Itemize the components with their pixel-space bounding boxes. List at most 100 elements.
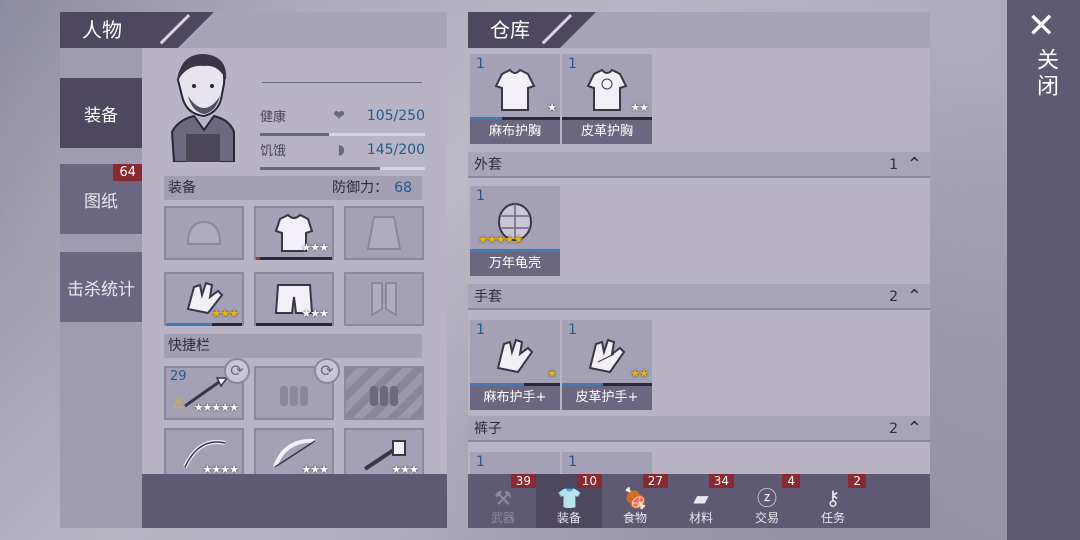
hands-durability-fill [166, 323, 212, 326]
category-header-pants[interactable]: 裤子 2 ⌃ [468, 416, 930, 442]
quick-slot-1[interactable]: 29 ⚠ ★★★★★ ⟳ [164, 358, 250, 420]
hands-durability-bar [166, 323, 242, 326]
health-label: 健康 [260, 110, 287, 125]
tab-badge: 10 [576, 474, 602, 488]
item-stars: ★★ [630, 101, 649, 114]
item-stars: ★★ [630, 367, 649, 380]
tab-weapons[interactable]: ⚒ 39 武器 [470, 474, 536, 528]
category-label: 裤子 [474, 421, 502, 437]
item-quantity: 1 [568, 454, 577, 470]
axe-icon: ⚒ [494, 486, 512, 510]
item-quantity: 1 [476, 454, 485, 470]
tab-equipment[interactable]: 装备 [60, 78, 142, 148]
leather-gloves-icon [588, 338, 626, 374]
tab-label: 任务 [820, 511, 845, 525]
hands-stars: ★★★ [211, 307, 239, 320]
linen-gloves-icon [496, 338, 534, 374]
character-main: 健康 ❤ 105/250 饥饿 ◗ 145/200 装备 防御力： 68 ★★★ [142, 48, 447, 482]
health-bar [260, 133, 425, 136]
warehouse-item[interactable]: 1 ★★★★★ 万年龟壳 [470, 186, 560, 276]
tab-label: 武器 [490, 511, 515, 525]
chest-stars: ★★★ [301, 241, 329, 254]
linen-chest-icon [494, 68, 536, 111]
coin-icon: ⓩ [757, 486, 777, 510]
equip-slot-coat[interactable] [344, 206, 424, 260]
equip-slot-legs[interactable]: ★★★ [254, 272, 334, 326]
tab-equipment-label: 装备 [84, 105, 118, 126]
hat-outline-icon [186, 220, 222, 245]
boots-outline-icon [371, 282, 397, 317]
refresh-icon[interactable]: ⟳ [224, 358, 250, 384]
character-panel: 人物 装备 图纸 64 击杀统计 健康 ❤ 105/250 饥饿 ◗ 145/2… [60, 12, 447, 528]
tab-kill-stats-label: 击杀统计 [67, 279, 135, 300]
legs-durability-fill [256, 323, 332, 326]
warehouse-item-list[interactable]: 1 ★ 麻布护胸 1 ★★ 皮革护胸 外套 1 ⌃ 1 ★★★★★ 万年龟壳 手… [468, 48, 930, 474]
warehouse-item[interactable]: 1 [562, 452, 652, 474]
category-header-gloves[interactable]: 手套 2 ⌃ [468, 284, 930, 310]
warehouse-item[interactable]: 1 ★★ 皮革护手+ [562, 320, 652, 410]
ammo-locked-icon [370, 386, 398, 406]
tab-materials[interactable]: ▰ 34 材料 [668, 474, 734, 528]
chest-durability-bar [256, 257, 332, 260]
warning-icon: ⚠ [172, 396, 185, 412]
tab-label: 食物 [622, 511, 647, 525]
stats-divider [262, 82, 422, 83]
close-x-icon[interactable]: ✕ [1027, 6, 1056, 46]
tab-quests[interactable]: ⚷ 2 任务 [800, 474, 866, 528]
tab-label: 装备 [556, 511, 581, 525]
category-header-outerwear[interactable]: 外套 1 ⌃ [468, 152, 930, 178]
tab-badge: 2 [848, 474, 866, 488]
equip-slot-head[interactable] [164, 206, 244, 260]
defense-label: 防御力： [332, 180, 389, 196]
category-label: 外套 [474, 157, 502, 173]
chevron-up-icon[interactable]: ⌃ [907, 152, 922, 178]
character-portrait [170, 54, 235, 162]
legs-durability-bar [256, 323, 332, 326]
leather-chest-icon [586, 68, 628, 111]
ammo-outline-icon [280, 386, 308, 406]
tab-kill-stats[interactable]: 击杀统计 [60, 252, 142, 322]
item-quantity: 1 [476, 188, 485, 204]
legs-stars: ★★★ [301, 307, 329, 320]
item-name: 皮革护胸 [562, 120, 652, 144]
meat-icon: 🍖 [623, 486, 648, 510]
tab-badge: 34 [708, 474, 734, 488]
refresh-icon[interactable]: ⟳ [314, 358, 340, 384]
hunger-bar [260, 167, 425, 170]
tab-trade[interactable]: ⓩ 4 交易 [734, 474, 800, 528]
item-name: 麻布护手+ [470, 386, 560, 410]
tab-blueprints-label: 图纸 [84, 191, 118, 212]
defense-value: 68 [394, 180, 412, 196]
character-title: 人物 [82, 18, 122, 42]
item-quantity: 1 [476, 322, 485, 338]
chevron-up-icon[interactable]: ⌃ [907, 416, 922, 442]
item-quantity: 1 [476, 56, 485, 72]
equipment-section-bar: 装备 防御力： 68 [164, 176, 422, 200]
item-name: 万年龟壳 [470, 252, 560, 276]
close-panel[interactable]: ✕ 关闭 [1007, 0, 1080, 540]
warehouse-item[interactable]: 1 ★ 麻布护手+ [470, 320, 560, 410]
warehouse-item[interactable]: 1 [470, 452, 560, 474]
equip-slot-hands[interactable]: ★★★ [164, 272, 244, 326]
equip-slot-feet[interactable] [344, 272, 424, 326]
quick-slot-1-count: 29 [170, 369, 187, 384]
warehouse-item[interactable]: 1 ★★ 皮革护胸 [562, 54, 652, 144]
quick-slot-2[interactable]: ⟳ [254, 358, 340, 420]
chevron-up-icon[interactable]: ⌃ [907, 284, 922, 310]
item-stars: ★ [547, 101, 557, 114]
warehouse-item[interactable]: 1 ★ 麻布护胸 [470, 54, 560, 144]
tab-food[interactable]: 🍖 27 食物 [602, 474, 668, 528]
close-label[interactable]: 关闭 [1029, 48, 1061, 100]
warehouse-panel: 仓库 1 ★ 麻布护胸 1 ★★ 皮革护胸 外套 1 ⌃ 1 ★★★★★ 万年龟… [468, 12, 930, 528]
chest-durability-fill [256, 257, 260, 260]
item-name: 皮革护手+ [562, 386, 652, 410]
stomach-icon: ◗ [337, 142, 345, 158]
equip-slot-chest[interactable]: ★★★ [254, 206, 334, 260]
quick-slot-3-locked [344, 366, 424, 420]
quickbar-label: 快捷栏 [168, 338, 210, 354]
coat-outline-icon [366, 216, 402, 250]
tab-equipment[interactable]: 👕 10 装备 [536, 474, 602, 528]
tab-blueprints[interactable]: 图纸 64 [60, 164, 142, 234]
health-value: 105/250 [366, 108, 425, 124]
category-count: 1 [889, 157, 898, 173]
